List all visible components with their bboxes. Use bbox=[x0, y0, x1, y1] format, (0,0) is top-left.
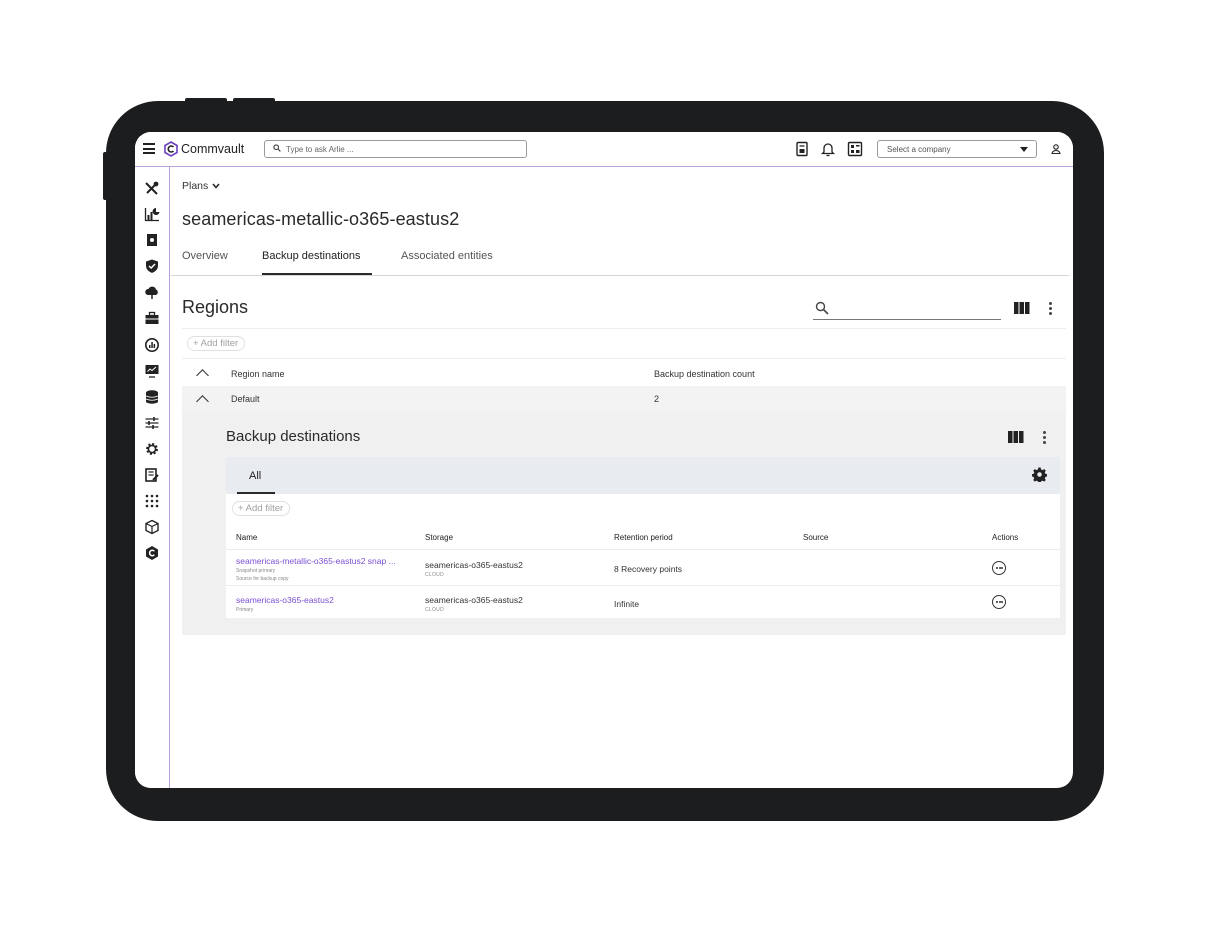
region-name: Default bbox=[231, 394, 260, 404]
destinations-table: Name Storage Retention period Source Act… bbox=[226, 523, 1060, 618]
destination-count: 2 bbox=[654, 394, 660, 404]
breadcrumb[interactable]: Plans bbox=[182, 180, 220, 192]
column-header[interactable]: Name bbox=[236, 533, 257, 542]
menu-icon[interactable] bbox=[143, 143, 155, 154]
regions-filter-bar: + Add filter bbox=[182, 328, 1066, 358]
company-select-value: Select a company bbox=[887, 145, 951, 154]
security-icon[interactable] bbox=[144, 232, 160, 248]
chevron-down-icon bbox=[1020, 147, 1028, 152]
row-actions-button[interactable] bbox=[992, 595, 1006, 609]
package-icon[interactable] bbox=[144, 519, 160, 535]
cloud-icon[interactable] bbox=[144, 284, 160, 300]
database-icon[interactable] bbox=[144, 389, 160, 405]
column-header[interactable]: Storage bbox=[425, 533, 453, 542]
brand-name: Commvault bbox=[181, 142, 245, 156]
retention-period: 8 Recovery points bbox=[614, 564, 683, 574]
reports-icon[interactable] bbox=[144, 206, 160, 222]
storage-type: CLOUD bbox=[425, 607, 445, 613]
tools-icon[interactable] bbox=[144, 180, 160, 196]
monitor-icon[interactable] bbox=[144, 363, 160, 379]
column-header[interactable]: Region name bbox=[231, 369, 285, 379]
settings-gear-icon[interactable] bbox=[144, 441, 160, 457]
row-actions-button[interactable] bbox=[992, 561, 1006, 575]
add-filter-button[interactable]: + Add filter bbox=[232, 501, 291, 516]
shield-icon[interactable] bbox=[144, 258, 160, 274]
tab-overview[interactable]: Overview bbox=[182, 250, 228, 262]
gear-icon[interactable] bbox=[1032, 467, 1047, 482]
add-filter-button[interactable]: + Add filter bbox=[187, 336, 246, 351]
destinations-filter-bar: + Add filter bbox=[226, 494, 1060, 523]
table-row[interactable]: Default 2 bbox=[182, 386, 1066, 411]
destination-subtitle: Primary bbox=[236, 607, 254, 613]
collapse-all-icon[interactable] bbox=[196, 369, 209, 382]
policy-icon[interactable] bbox=[144, 467, 160, 483]
backup-destinations-title: Backup destinations bbox=[226, 428, 361, 445]
regions-table-header: Region name Backup destination count bbox=[182, 358, 1066, 387]
screen: Commvault Type to ask Arlie ... Select a… bbox=[135, 132, 1073, 788]
storage-name: seamericas-o365-eastus2 bbox=[425, 595, 523, 605]
storage-name: seamericas-o365-eastus2 bbox=[425, 560, 523, 570]
company-select[interactable]: Select a company bbox=[877, 140, 1037, 158]
destination-subtitle: Source for backup copy bbox=[236, 576, 289, 582]
chevron-down-icon bbox=[212, 183, 220, 189]
commvault-logo-icon bbox=[164, 141, 178, 157]
row-divider bbox=[226, 549, 1060, 550]
breadcrumb-label: Plans bbox=[182, 180, 209, 192]
storage-type: CLOUD bbox=[425, 572, 445, 578]
column-header[interactable]: Source bbox=[803, 533, 828, 542]
apps-grid-icon[interactable] bbox=[144, 493, 160, 509]
tabs-divider bbox=[171, 275, 1069, 276]
commvault-hex-icon[interactable] bbox=[144, 545, 160, 561]
search-placeholder: Type to ask Arlie ... bbox=[286, 145, 354, 154]
column-header: Actions bbox=[992, 533, 1019, 542]
retention-period: Infinite bbox=[614, 599, 640, 609]
tab-all[interactable]: All bbox=[249, 470, 261, 482]
bell-icon[interactable] bbox=[820, 141, 836, 157]
regions-search-input[interactable] bbox=[813, 319, 1001, 320]
page-title: seamericas-metallic-o365-eastus2 bbox=[182, 209, 460, 229]
top-bar: Commvault Type to ask Arlie ... Select a… bbox=[135, 132, 1073, 167]
sliders-icon[interactable] bbox=[144, 415, 160, 431]
destination-subtitle: Snapshot primary bbox=[236, 568, 276, 574]
search-icon[interactable] bbox=[815, 301, 829, 315]
regions-title: Regions bbox=[182, 297, 249, 317]
tab-associated-entities[interactable]: Associated entities bbox=[401, 250, 493, 262]
destination-name-link[interactable]: seamericas-metallic-o365-eastus2 snap ..… bbox=[236, 556, 396, 566]
search-icon bbox=[273, 144, 281, 152]
more-options-icon[interactable] bbox=[1049, 302, 1053, 317]
column-header[interactable]: Retention period bbox=[614, 533, 673, 542]
search-input[interactable]: Type to ask Arlie ... bbox=[264, 140, 527, 158]
collapse-row-icon[interactable] bbox=[196, 395, 209, 408]
sidebar bbox=[135, 167, 170, 788]
columns-icon[interactable] bbox=[1014, 302, 1030, 314]
user-icon[interactable] bbox=[1050, 143, 1062, 155]
sub-tab-bar bbox=[226, 457, 1060, 494]
analytics-icon[interactable] bbox=[144, 337, 160, 353]
tab-backup-destinations[interactable]: Backup destinations bbox=[262, 250, 360, 262]
dashboard-icon[interactable] bbox=[847, 141, 863, 157]
more-options-icon[interactable] bbox=[1043, 431, 1047, 446]
columns-icon[interactable] bbox=[1008, 431, 1024, 443]
briefcase-icon[interactable] bbox=[144, 310, 160, 326]
column-header[interactable]: Backup destination count bbox=[654, 369, 755, 379]
destination-name-link[interactable]: seamericas-o365-eastus2 bbox=[236, 595, 334, 605]
job-monitor-icon[interactable] bbox=[794, 141, 810, 157]
row-divider bbox=[226, 585, 1060, 586]
